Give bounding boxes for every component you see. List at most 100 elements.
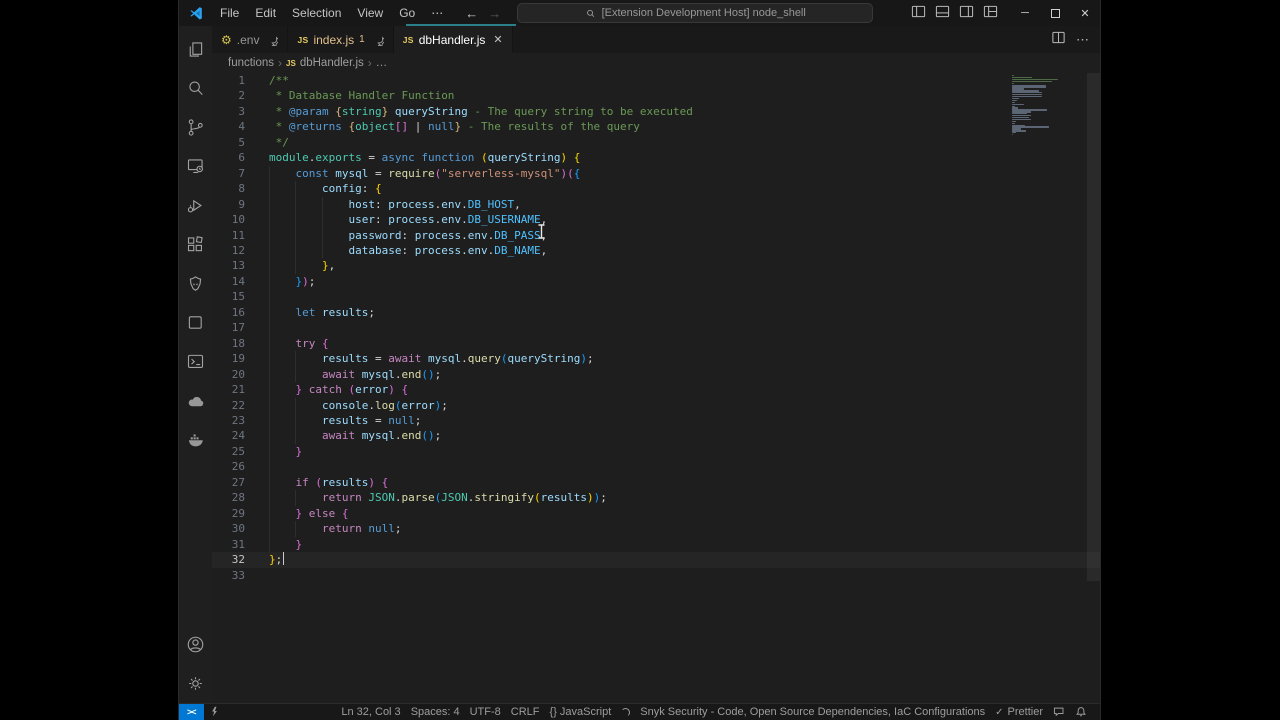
activity-remote-explorer-icon[interactable] — [179, 147, 212, 186]
tab-close-icon[interactable]: ✕ — [493, 33, 502, 46]
editor-actions: ⋯ — [1051, 26, 1100, 53]
token: : — [375, 213, 388, 226]
navigate-back-icon[interactable]: ← — [465, 6, 478, 21]
token: ; — [276, 553, 283, 566]
menu-file[interactable]: File — [212, 3, 247, 23]
line-number: 5 — [212, 135, 269, 150]
status-notifications[interactable] — [1070, 704, 1092, 720]
breadcrumb-item[interactable]: … — [376, 57, 388, 69]
tab-bar: ⚙.envJSindex.js1JSdbHandler.js✕ ⋯ — [212, 26, 1100, 53]
token — [388, 105, 395, 118]
status-sync-spinner[interactable] — [616, 704, 635, 720]
line-content — [269, 289, 1100, 304]
activity-explorer-icon[interactable] — [179, 30, 212, 69]
menu-go[interactable]: Go — [391, 3, 423, 23]
tab-problems-badge: 1 — [359, 34, 365, 45]
code-line-26: 26 — [212, 459, 1100, 474]
status-remote-indicator[interactable]: >< — [179, 704, 204, 720]
status-cursor-position[interactable]: Ln 32, Col 3 — [336, 704, 405, 720]
token: queryString — [488, 151, 561, 164]
status-plug-indicator[interactable] — [204, 704, 226, 720]
activity-source-control-icon[interactable] — [179, 108, 212, 147]
token: null — [368, 522, 395, 535]
code-line-2: 2 * Database Handler Function — [212, 88, 1100, 103]
spinner-icon — [621, 708, 630, 717]
toggle-secondary-sidebar-icon[interactable] — [959, 4, 974, 22]
minimap-line — [1012, 81, 1052, 82]
status-prettier[interactable]: ✓Prettier — [990, 704, 1048, 720]
menu-more[interactable]: ⋯ — [423, 3, 451, 23]
indent-guide — [269, 475, 270, 490]
tab--env[interactable]: ⚙.env — [212, 26, 288, 53]
token: DB_PASS — [494, 229, 540, 242]
token — [355, 429, 362, 442]
token: ) — [587, 491, 594, 504]
minimize-button[interactable]: ─ — [1010, 0, 1040, 26]
indent-guide — [269, 336, 270, 351]
editor-scrollbar[interactable] — [1087, 73, 1100, 581]
status-label: CRLF — [511, 706, 540, 718]
maximize-button[interactable] — [1040, 0, 1070, 26]
status-eol-sequence[interactable]: CRLF — [506, 704, 545, 720]
line-number: 3 — [212, 104, 269, 119]
menu-view[interactable]: View — [349, 3, 391, 23]
breadcrumb-separator: › — [368, 56, 372, 70]
activity-terminal-extension-icon[interactable] — [179, 342, 212, 381]
pin-icon[interactable] — [266, 34, 278, 46]
vscode-logo-icon — [188, 5, 204, 21]
editor-more-actions-icon[interactable]: ⋯ — [1076, 32, 1090, 48]
status-snyk-security[interactable]: Snyk Security - Code, Open Source Depend… — [635, 704, 990, 720]
token: ( — [534, 491, 541, 504]
token: { — [322, 337, 329, 350]
navigate-forward-icon[interactable]: → — [488, 6, 501, 21]
minimap-line — [1012, 100, 1017, 101]
token: host — [348, 198, 375, 211]
toggle-primary-sidebar-icon[interactable] — [911, 4, 926, 22]
minimap[interactable] — [1012, 75, 1086, 138]
status-feedback[interactable] — [1048, 704, 1070, 720]
activity-extensions-icon[interactable] — [179, 225, 212, 264]
activity-run-and-debug-icon[interactable] — [179, 186, 212, 225]
split-editor-icon[interactable] — [1051, 30, 1066, 50]
token: . — [461, 229, 468, 242]
progress-strip — [406, 24, 516, 26]
customize-layout-icon[interactable] — [983, 4, 998, 22]
token: ; — [395, 522, 402, 535]
activity-settings-icon[interactable] — [179, 664, 212, 703]
status-indentation[interactable]: Spaces: 4 — [406, 704, 465, 720]
toggle-panel-icon[interactable] — [935, 4, 950, 22]
token: results — [541, 491, 587, 504]
code-line-21: 21 } catch (error) { — [212, 382, 1100, 397]
status-encoding[interactable]: UTF-8 — [465, 704, 506, 720]
indent-guide — [269, 212, 270, 227]
menu-edit[interactable]: Edit — [247, 3, 284, 23]
close-button[interactable]: ✕ — [1070, 0, 1100, 26]
indent-guide — [322, 197, 323, 212]
line-content: results = null; — [269, 413, 1100, 428]
activity-accounts-icon[interactable] — [179, 625, 212, 664]
status-language-mode[interactable]: {} JavaScript — [545, 704, 617, 720]
command-center[interactable]: [Extension Development Host] node_shell — [517, 3, 873, 23]
code-editor[interactable]: 1/**2 * Database Handler Function3 * @pa… — [212, 73, 1100, 703]
token: "serverless-mysql" — [441, 167, 560, 180]
activity-cloud-extension-icon[interactable] — [179, 381, 212, 420]
activity-docker-icon[interactable] — [179, 420, 212, 459]
indent-guide — [295, 228, 296, 243]
tab-index-js[interactable]: JSindex.js1 — [288, 26, 393, 53]
indent-guide — [295, 243, 296, 258]
pin-icon[interactable] — [372, 34, 384, 46]
code-line-25: 25 } — [212, 444, 1100, 459]
line-content: const mysql = require("serverless-mysql"… — [269, 166, 1100, 181]
token — [421, 352, 428, 365]
tab-dbHandler-js[interactable]: JSdbHandler.js✕ — [394, 26, 513, 53]
token: } — [322, 259, 329, 272]
activity-search-icon[interactable] — [179, 69, 212, 108]
token: : — [362, 182, 375, 195]
activity-snyk-security-icon[interactable] — [179, 264, 212, 303]
activity-extension-panel-icon[interactable] — [179, 303, 212, 342]
indent-guide — [269, 181, 270, 196]
breadcrumb-item[interactable]: functions — [228, 57, 274, 69]
breadcrumb-item[interactable]: JSdbHandler.js — [286, 57, 364, 69]
menu-selection[interactable]: Selection — [284, 3, 349, 23]
token: object — [355, 120, 395, 133]
